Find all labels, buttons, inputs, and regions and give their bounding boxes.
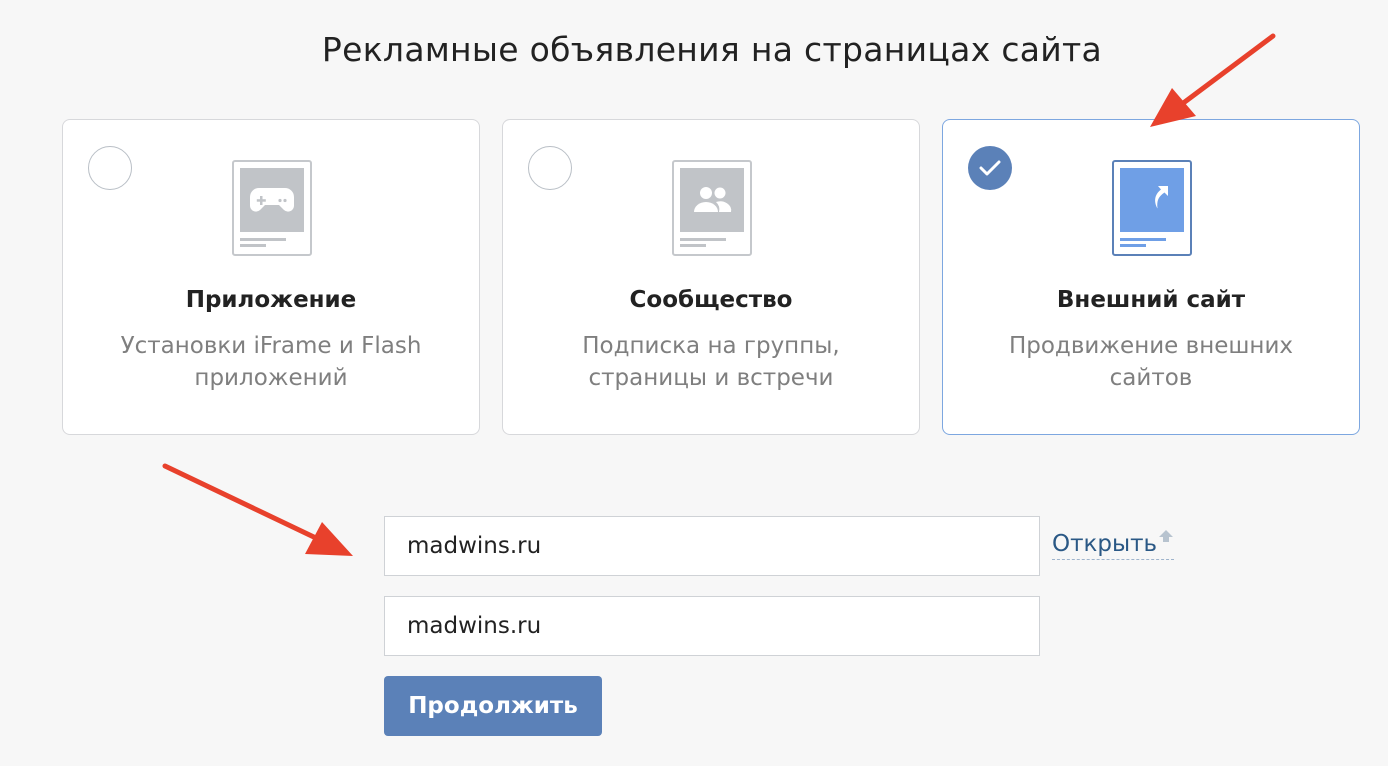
url-input[interactable]	[384, 516, 1040, 576]
option-card-application[interactable]: Приложение Установки iFrame и Flash прил…	[62, 119, 480, 435]
continue-button[interactable]: Продолжить	[384, 676, 602, 736]
radio-external-site[interactable]	[968, 146, 1012, 190]
checkmark-icon	[979, 160, 1001, 176]
arrow-up-icon	[1159, 530, 1174, 542]
name-input[interactable]	[384, 596, 1040, 656]
open-link[interactable]: Открыть	[1052, 529, 1175, 560]
open-link-label: Открыть	[1052, 531, 1158, 557]
option-title: Сообщество	[629, 287, 793, 313]
option-card-community[interactable]: Сообщество Подписка на группы, страницы …	[502, 119, 920, 435]
option-card-external-site[interactable]: Внешний сайт Продвижение внешних сайтов	[942, 119, 1360, 435]
radio-community[interactable]	[528, 146, 572, 190]
option-description: Установки iFrame и Flash приложений	[120, 333, 422, 391]
community-icon	[672, 160, 752, 256]
option-description: Подписка на группы, страницы и встречи	[582, 333, 840, 391]
option-title: Приложение	[185, 287, 357, 313]
radio-application[interactable]	[88, 146, 132, 190]
page-title: Рекламные объявления на страницах сайта	[321, 30, 1103, 69]
option-title: Внешний сайт	[1056, 287, 1246, 313]
annotation-arrow-left	[162, 463, 353, 556]
option-description: Продвижение внешних сайтов	[1008, 333, 1294, 391]
external-link-icon	[1112, 160, 1192, 256]
gamepad-icon	[232, 160, 312, 256]
